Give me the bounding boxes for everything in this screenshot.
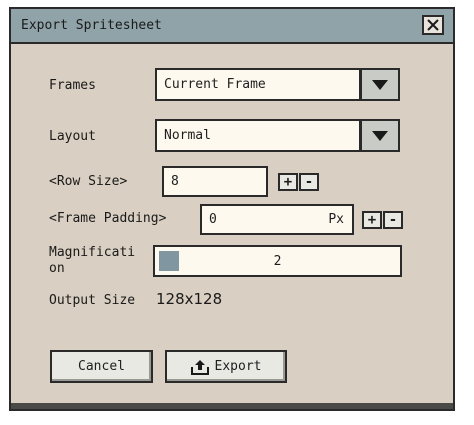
export-button[interactable]: Export bbox=[165, 350, 287, 383]
export-spritesheet-dialog: Export Spritesheet Frames Current Frame … bbox=[9, 7, 455, 411]
frames-select[interactable]: Current Frame bbox=[155, 68, 361, 101]
title-bar: Export Spritesheet bbox=[11, 9, 453, 44]
row-size-input[interactable]: 8 bbox=[162, 166, 268, 197]
frame-padding-increment-button[interactable]: + bbox=[362, 211, 382, 229]
cancel-button[interactable]: Cancel bbox=[50, 350, 153, 383]
frame-padding-decrement-button[interactable]: - bbox=[383, 211, 403, 229]
magnification-label-line2: on bbox=[49, 261, 65, 276]
layout-select[interactable]: Normal bbox=[155, 119, 361, 152]
chevron-down-icon bbox=[372, 130, 388, 141]
layout-select-value: Normal bbox=[164, 128, 211, 143]
minus-icon: - bbox=[388, 212, 398, 228]
minus-icon: - bbox=[304, 174, 314, 190]
magnification-value: 2 bbox=[273, 253, 282, 269]
plus-icon: + bbox=[367, 212, 377, 228]
row-size-increment-button[interactable]: + bbox=[278, 173, 298, 191]
dialog-bottom-border bbox=[11, 403, 453, 409]
close-button[interactable] bbox=[422, 15, 444, 35]
export-button-label: Export bbox=[214, 359, 262, 374]
layout-dropdown-button[interactable] bbox=[360, 119, 400, 152]
row-size-value: 8 bbox=[171, 174, 179, 189]
plus-icon: + bbox=[283, 174, 293, 190]
magnification-slider-fill[interactable] bbox=[159, 251, 179, 271]
layout-label: Layout bbox=[49, 129, 96, 144]
close-icon bbox=[427, 19, 439, 31]
chevron-down-icon bbox=[372, 79, 388, 90]
output-size-label: Output Size bbox=[49, 293, 136, 308]
magnification-slider[interactable]: 2 bbox=[153, 245, 402, 277]
row-size-decrement-button[interactable]: - bbox=[299, 173, 319, 191]
frame-padding-label: <Frame Padding> bbox=[49, 211, 167, 226]
output-size-value: 128x128 bbox=[156, 290, 223, 308]
dialog-title: Export Spritesheet bbox=[21, 18, 162, 33]
cancel-button-label: Cancel bbox=[78, 359, 125, 374]
export-icon bbox=[190, 359, 209, 375]
magnification-label-line1: Magnificati bbox=[49, 245, 136, 260]
frame-padding-value: 0 bbox=[209, 212, 217, 227]
frames-select-value: Current Frame bbox=[164, 77, 266, 92]
row-size-label: <Row Size> bbox=[49, 174, 128, 189]
frames-dropdown-button[interactable] bbox=[360, 68, 400, 101]
frame-padding-input[interactable]: 0 Px bbox=[200, 204, 354, 235]
frames-label: Frames bbox=[49, 78, 96, 93]
frame-padding-unit: Px bbox=[328, 212, 344, 227]
magnification-label: Magnificati on bbox=[49, 245, 135, 277]
